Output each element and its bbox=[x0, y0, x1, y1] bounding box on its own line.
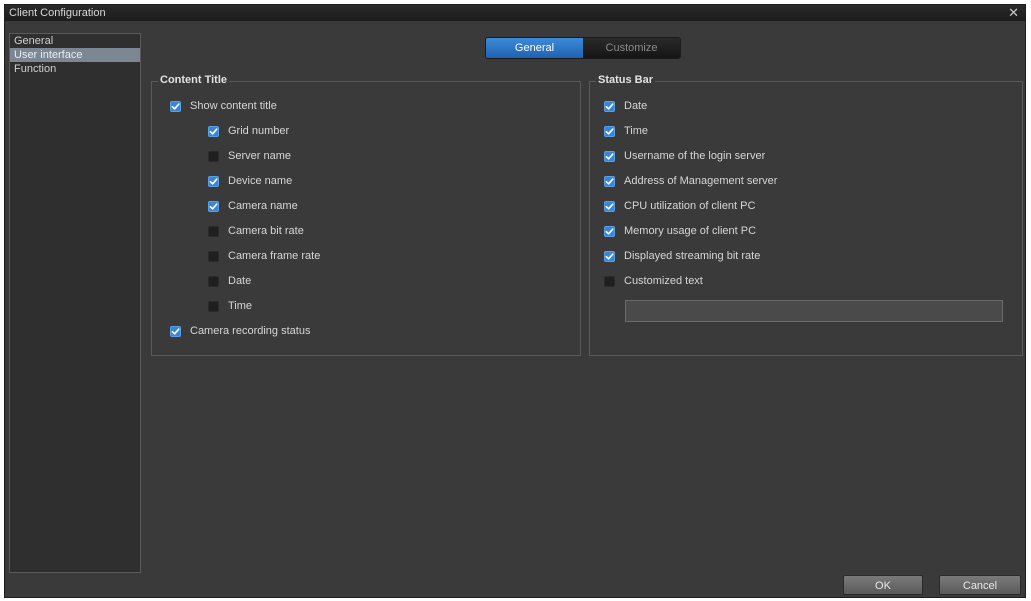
management-server-address-row: Address of Management server bbox=[604, 172, 777, 190]
content-time-label: Time bbox=[228, 300, 253, 312]
show-content-title-checkbox[interactable] bbox=[170, 100, 181, 112]
grid-number-checkbox[interactable] bbox=[208, 125, 219, 137]
camera-bit-rate-label: Camera bit rate bbox=[228, 225, 304, 237]
checkmark-icon bbox=[171, 327, 180, 335]
status-date-row: Date bbox=[604, 97, 647, 115]
status-time-row: Time bbox=[604, 122, 648, 140]
status-time-checkbox[interactable] bbox=[604, 125, 615, 137]
camera-name-checkbox[interactable] bbox=[208, 200, 219, 212]
camera-name-row: Camera name bbox=[208, 197, 298, 215]
cpu-utilization-checkbox[interactable] bbox=[604, 200, 615, 212]
sidebar-item-function[interactable]: Function bbox=[10, 62, 140, 76]
streaming-bit-rate-row: Displayed streaming bit rate bbox=[604, 247, 760, 265]
username-login-server-checkbox[interactable] bbox=[604, 150, 615, 162]
grid-number-label: Grid number bbox=[228, 125, 290, 137]
checkmark-icon bbox=[605, 227, 614, 235]
device-name-row: Device name bbox=[208, 172, 292, 190]
cpu-utilization-label: CPU utilization of client PC bbox=[624, 200, 756, 212]
username-login-server-label: Username of the login server bbox=[624, 150, 766, 162]
checkmark-icon bbox=[209, 177, 218, 185]
checkmark-icon bbox=[605, 202, 614, 210]
status-time-label: Time bbox=[624, 125, 649, 137]
customized-text-input[interactable] bbox=[625, 300, 1003, 322]
memory-usage-label: Memory usage of client PC bbox=[624, 225, 757, 237]
status-date-label: Date bbox=[624, 100, 648, 112]
checkmark-icon bbox=[209, 127, 218, 135]
ok-button[interactable]: OK bbox=[843, 575, 923, 595]
checkmark-icon bbox=[605, 177, 614, 185]
checkmark-icon bbox=[605, 152, 614, 160]
device-name-label: Device name bbox=[228, 175, 293, 187]
title-bar: Client Configuration ✕ bbox=[5, 5, 1025, 21]
checkmark-icon bbox=[605, 102, 614, 110]
memory-usage-checkbox[interactable] bbox=[604, 225, 615, 237]
grid-number-row: Grid number bbox=[208, 122, 289, 140]
checkmark-icon bbox=[605, 127, 614, 135]
content-title-heading: Content Title bbox=[158, 74, 230, 86]
management-server-address-checkbox[interactable] bbox=[604, 175, 615, 187]
window-title: Client Configuration bbox=[9, 7, 106, 19]
content-date-row: Date bbox=[208, 272, 251, 290]
show-content-title-label: Show content title bbox=[190, 100, 277, 112]
camera-bit-rate-checkbox[interactable] bbox=[208, 225, 219, 237]
camera-bit-rate-row: Camera bit rate bbox=[208, 222, 304, 240]
camera-recording-status-label: Camera recording status bbox=[190, 325, 311, 337]
status-bar-group: Status Bar Date Time Username of the log… bbox=[589, 74, 1023, 356]
customized-text-label: Customized text bbox=[624, 275, 703, 287]
content-time-row: Time bbox=[208, 297, 252, 315]
streaming-bit-rate-checkbox[interactable] bbox=[604, 250, 615, 262]
status-bar-heading: Status Bar bbox=[596, 74, 656, 86]
server-name-label: Server name bbox=[228, 150, 291, 162]
cpu-utilization-row: CPU utilization of client PC bbox=[604, 197, 755, 215]
server-name-checkbox[interactable] bbox=[208, 150, 219, 162]
tab-customize[interactable]: Customize bbox=[583, 38, 680, 58]
customized-text-checkbox[interactable] bbox=[604, 275, 615, 287]
checkmark-icon bbox=[209, 202, 218, 210]
show-content-title-row: Show content title bbox=[170, 97, 277, 115]
cancel-button[interactable]: Cancel bbox=[939, 575, 1021, 595]
checkmark-icon bbox=[605, 252, 614, 260]
client-configuration-window: Client Configuration ✕ General User inte… bbox=[4, 4, 1026, 598]
server-name-row: Server name bbox=[208, 147, 291, 165]
close-icon[interactable]: ✕ bbox=[1008, 5, 1019, 21]
camera-recording-status-row: Camera recording status bbox=[170, 322, 310, 340]
content-time-checkbox[interactable] bbox=[208, 300, 219, 312]
camera-frame-rate-checkbox[interactable] bbox=[208, 250, 219, 262]
sidebar: General User interface Function bbox=[9, 33, 141, 573]
content-date-checkbox[interactable] bbox=[208, 275, 219, 287]
content-date-label: Date bbox=[228, 275, 252, 287]
content-title-group: Content Title Show content title Grid nu… bbox=[151, 74, 581, 356]
camera-name-label: Camera name bbox=[228, 200, 298, 212]
tab-bar: General Customize bbox=[485, 37, 681, 59]
status-date-checkbox[interactable] bbox=[604, 100, 615, 112]
checkmark-icon bbox=[171, 102, 180, 110]
username-login-server-row: Username of the login server bbox=[604, 147, 765, 165]
tab-general[interactable]: General bbox=[486, 38, 583, 58]
camera-frame-rate-row: Camera frame rate bbox=[208, 247, 320, 265]
sidebar-item-general[interactable]: General bbox=[10, 34, 140, 48]
streaming-bit-rate-label: Displayed streaming bit rate bbox=[624, 250, 761, 262]
sidebar-item-user-interface[interactable]: User interface bbox=[10, 48, 140, 62]
management-server-address-label: Address of Management server bbox=[624, 175, 778, 187]
memory-usage-row: Memory usage of client PC bbox=[604, 222, 756, 240]
customized-text-row: Customized text bbox=[604, 272, 703, 290]
camera-recording-status-checkbox[interactable] bbox=[170, 325, 181, 337]
device-name-checkbox[interactable] bbox=[208, 175, 219, 187]
camera-frame-rate-label: Camera frame rate bbox=[228, 250, 321, 262]
